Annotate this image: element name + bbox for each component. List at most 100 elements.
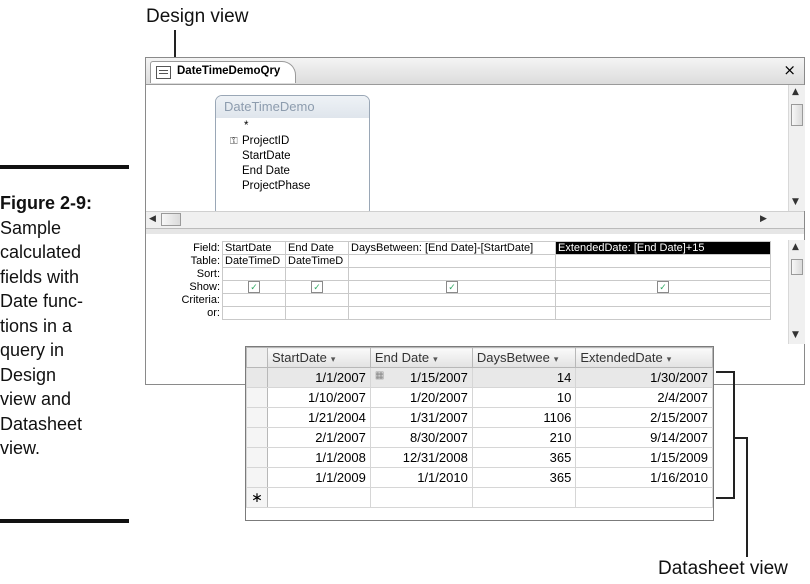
- table-cell[interactable]: 2/15/2007: [575, 407, 713, 428]
- table-cell[interactable]: 2/1/2007: [266, 427, 371, 448]
- record-selector[interactable]: [246, 467, 268, 488]
- column-header[interactable]: DaysBetwee ▾: [471, 347, 577, 368]
- or-cell[interactable]: [348, 306, 556, 320]
- close-icon[interactable]: ×: [783, 61, 796, 79]
- table-cell[interactable]: 12/31/2008: [369, 447, 473, 468]
- criteria-cell[interactable]: [555, 293, 771, 307]
- table-cell[interactable]: 1/16/2010: [575, 467, 713, 488]
- grid-vertical-scrollbar[interactable]: ▲ ▼: [788, 240, 805, 344]
- table-cell[interactable]: 1/1/2008: [266, 447, 371, 468]
- scroll-thumb[interactable]: [791, 104, 803, 126]
- sort-arrow-icon[interactable]: ▾: [433, 354, 438, 364]
- record-selector[interactable]: [246, 407, 268, 428]
- table-cell[interactable]: [369, 487, 473, 508]
- show-checkbox[interactable]: ✓: [657, 281, 669, 293]
- scroll-down-icon[interactable]: ▼: [792, 330, 799, 340]
- table-cell[interactable]: 1/1/2007: [266, 367, 371, 388]
- record-selector[interactable]: [246, 387, 268, 408]
- table-cell[interactable]: 210: [471, 427, 577, 448]
- table-cell[interactable]: 365: [471, 467, 577, 488]
- column-header[interactable]: End Date ▾: [369, 347, 473, 368]
- table-field-list[interactable]: DateTimeDemo * ⚿ ProjectID StartDate End …: [215, 95, 370, 217]
- or-cell[interactable]: [222, 306, 286, 320]
- caption-line: calculated: [0, 242, 82, 262]
- table-cell[interactable]: [575, 487, 713, 508]
- datasheet-table: StartDate ▾ End Date ▾ DaysBetwee ▾ Extende…: [246, 347, 713, 508]
- table-cell[interactable]: 1/30/2007: [575, 367, 713, 388]
- document-tab-bar: DateTimeDemoQry ×: [146, 58, 804, 85]
- design-view-label: Design view: [146, 6, 249, 27]
- scroll-down-icon[interactable]: ▼: [792, 197, 799, 207]
- table-cell[interactable]: ▦ 1/15/2007: [369, 367, 473, 388]
- table-cell[interactable]: 14: [471, 367, 577, 388]
- table-row[interactable]: 1/1/2008 12/31/2008 365 1/15/2009: [246, 447, 713, 468]
- upper-vertical-scrollbar[interactable]: ▲ ▼: [788, 85, 805, 211]
- sort-cell[interactable]: [285, 267, 349, 281]
- column-header[interactable]: ExtendedDate ▾: [575, 347, 713, 368]
- scroll-thumb[interactable]: [161, 213, 181, 226]
- table-cell[interactable]: [348, 254, 556, 268]
- scroll-up-icon[interactable]: ▲: [792, 87, 799, 97]
- sort-cell[interactable]: [348, 267, 556, 281]
- sort-arrow-icon[interactable]: ▾: [331, 354, 336, 364]
- table-cell[interactable]: DateTimeD: [285, 254, 349, 268]
- table-cell[interactable]: 1/1/2010: [369, 467, 473, 488]
- record-selector[interactable]: [246, 447, 268, 468]
- or-cell[interactable]: [285, 306, 349, 320]
- new-record-row[interactable]: ∗: [246, 487, 713, 508]
- field-item[interactable]: *: [230, 119, 310, 134]
- table-cell[interactable]: [266, 487, 371, 508]
- field-item[interactable]: ⚿ ProjectID: [230, 134, 310, 149]
- table-row[interactable]: 1/10/2007 1/20/2007 10 2/4/2007: [246, 387, 713, 408]
- field-cell-selected[interactable]: ExtendedDate: [End Date]+15: [555, 241, 771, 255]
- sort-arrow-icon[interactable]: ▾: [554, 354, 559, 364]
- scroll-right-icon[interactable]: ▶: [760, 214, 767, 224]
- record-selector[interactable]: [246, 427, 268, 448]
- criteria-cell[interactable]: [348, 293, 556, 307]
- record-selector[interactable]: [246, 367, 268, 388]
- query-tab[interactable]: DateTimeDemoQry: [150, 61, 296, 83]
- upper-horizontal-scrollbar[interactable]: ◀ ▶: [146, 211, 804, 228]
- field-cell[interactable]: End Date: [285, 241, 349, 255]
- table-cell[interactable]: [555, 254, 771, 268]
- sort-cell[interactable]: [222, 267, 286, 281]
- table-cell[interactable]: 1/10/2007: [266, 387, 371, 408]
- field-item[interactable]: ProjectPhase: [230, 179, 310, 194]
- table-row[interactable]: 1/1/2007 ▦ 1/15/2007 14 1/30/2007: [246, 367, 713, 388]
- sort-arrow-icon[interactable]: ▾: [667, 354, 672, 364]
- calendar-icon[interactable]: ▦: [375, 370, 384, 381]
- table-cell[interactable]: 1106: [471, 407, 577, 428]
- table-cell[interactable]: 1/15/2009: [575, 447, 713, 468]
- table-cell[interactable]: 1/21/2004: [266, 407, 371, 428]
- select-all-corner[interactable]: [246, 347, 268, 368]
- table-cell[interactable]: 10: [471, 387, 577, 408]
- query-tab-label: DateTimeDemoQry: [177, 65, 281, 77]
- table-cell[interactable]: [471, 487, 577, 508]
- table-row[interactable]: 2/1/2007 8/30/2007 210 9/14/2007: [246, 427, 713, 448]
- scroll-up-icon[interactable]: ▲: [792, 242, 799, 252]
- field-cell[interactable]: StartDate: [222, 241, 286, 255]
- table-cell[interactable]: 1/1/2009: [266, 467, 371, 488]
- table-cell[interactable]: 9/14/2007: [575, 427, 713, 448]
- show-checkbox[interactable]: ✓: [446, 281, 458, 293]
- table-cell[interactable]: 1/31/2007: [369, 407, 473, 428]
- column-header[interactable]: StartDate ▾: [266, 347, 371, 368]
- sort-cell[interactable]: [555, 267, 771, 281]
- scroll-left-icon[interactable]: ◀: [149, 214, 156, 224]
- show-checkbox[interactable]: ✓: [248, 281, 260, 293]
- table-cell[interactable]: 2/4/2007: [575, 387, 713, 408]
- criteria-cell[interactable]: [222, 293, 286, 307]
- field-cell[interactable]: DaysBetween: [End Date]-[StartDate]: [348, 241, 556, 255]
- table-cell[interactable]: DateTimeD: [222, 254, 286, 268]
- table-cell[interactable]: 8/30/2007: [369, 427, 473, 448]
- field-item[interactable]: StartDate: [230, 149, 310, 164]
- table-cell[interactable]: 365: [471, 447, 577, 468]
- or-cell[interactable]: [555, 306, 771, 320]
- field-item[interactable]: End Date: [230, 164, 310, 179]
- show-checkbox[interactable]: ✓: [311, 281, 323, 293]
- criteria-cell[interactable]: [285, 293, 349, 307]
- scroll-thumb[interactable]: [791, 259, 803, 275]
- table-row[interactable]: 1/21/2004 1/31/2007 1106 2/15/2007: [246, 407, 713, 428]
- table-cell[interactable]: 1/20/2007: [369, 387, 473, 408]
- table-row[interactable]: 1/1/2009 1/1/2010 365 1/16/2010: [246, 467, 713, 488]
